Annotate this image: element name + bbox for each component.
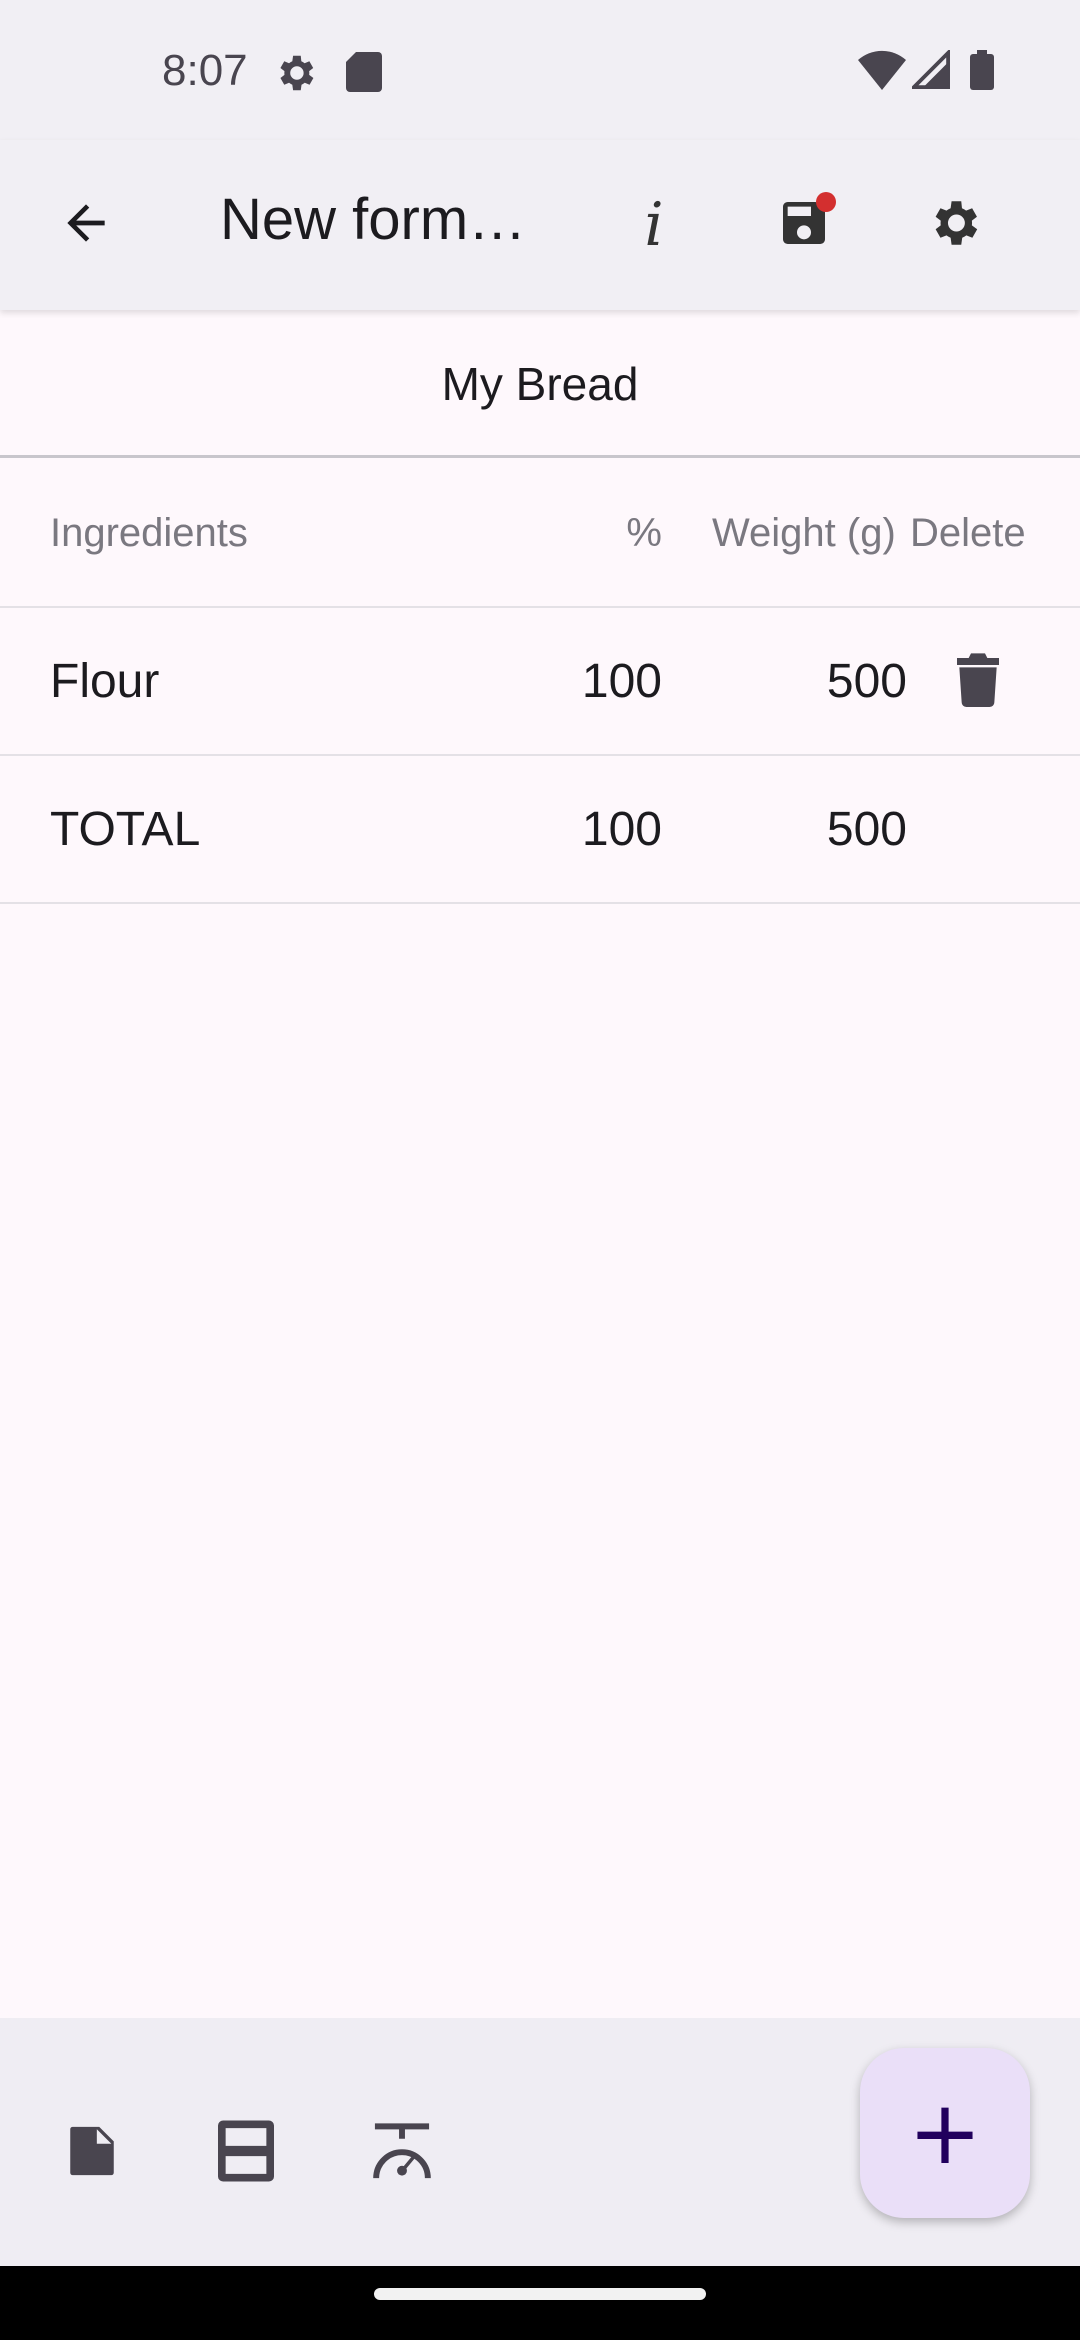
- delete-button[interactable]: [915, 608, 1040, 754]
- total-weight: 500: [826, 802, 907, 856]
- status-time: 8:07: [162, 46, 248, 95]
- table-header-row: Ingredients % Weight (g) Delete: [0, 460, 1080, 608]
- total-label: TOTAL: [50, 802, 201, 856]
- info-button[interactable]: i: [594, 165, 714, 285]
- plus-icon: +: [908, 2081, 982, 2184]
- top-app-bar: New form… i: [0, 140, 1080, 310]
- recipe-name-text: My Bread: [441, 357, 639, 410]
- page-title: New form…: [220, 187, 527, 252]
- unsaved-badge: [816, 192, 836, 212]
- wifi-icon: [858, 50, 906, 95]
- info-icon: i: [644, 190, 664, 260]
- document-icon: [63, 2122, 121, 2185]
- scale-icon: [370, 2120, 434, 2187]
- add-ingredient-fab[interactable]: +: [860, 2048, 1030, 2218]
- header-ingredients: Ingredients: [50, 510, 248, 555]
- table-view-icon: [218, 2119, 274, 2187]
- arrow-back-icon: [58, 195, 114, 256]
- trash-icon: [954, 651, 1002, 712]
- gesture-nav-bar: [0, 2266, 1080, 2340]
- bottom-app-bar: +: [0, 2018, 1080, 2266]
- table-view-button[interactable]: [206, 2113, 286, 2193]
- recipe-name-field[interactable]: My Bread: [0, 312, 1080, 458]
- ingredient-weight[interactable]: 500: [827, 608, 907, 754]
- header-delete: Delete: [910, 510, 1026, 555]
- header-percent: %: [626, 510, 662, 555]
- ingredient-percent[interactable]: 100: [582, 608, 662, 754]
- total-percent: 100: [581, 802, 662, 856]
- settings-gear-icon: [272, 50, 318, 101]
- back-button[interactable]: [26, 165, 146, 285]
- settings-icon: [925, 194, 983, 257]
- signal-icon: [909, 48, 950, 95]
- scale-button[interactable]: [362, 2113, 442, 2193]
- ingredient-name[interactable]: Flour: [50, 608, 159, 754]
- header-weight: Weight (g): [712, 510, 896, 555]
- settings-button[interactable]: [894, 165, 1014, 285]
- document-button[interactable]: [52, 2113, 132, 2193]
- battery-icon: [970, 50, 994, 95]
- sd-card-icon: [344, 50, 384, 99]
- total-row: TOTAL 100 500: [0, 756, 1080, 904]
- save-button[interactable]: [744, 165, 864, 285]
- home-gesture-handle[interactable]: [374, 2288, 706, 2300]
- table-row[interactable]: Flour 100 500: [0, 608, 1080, 756]
- ingredients-table: Ingredients % Weight (g) Delete Flour 10…: [0, 460, 1080, 904]
- status-bar: 8:07: [0, 0, 1080, 140]
